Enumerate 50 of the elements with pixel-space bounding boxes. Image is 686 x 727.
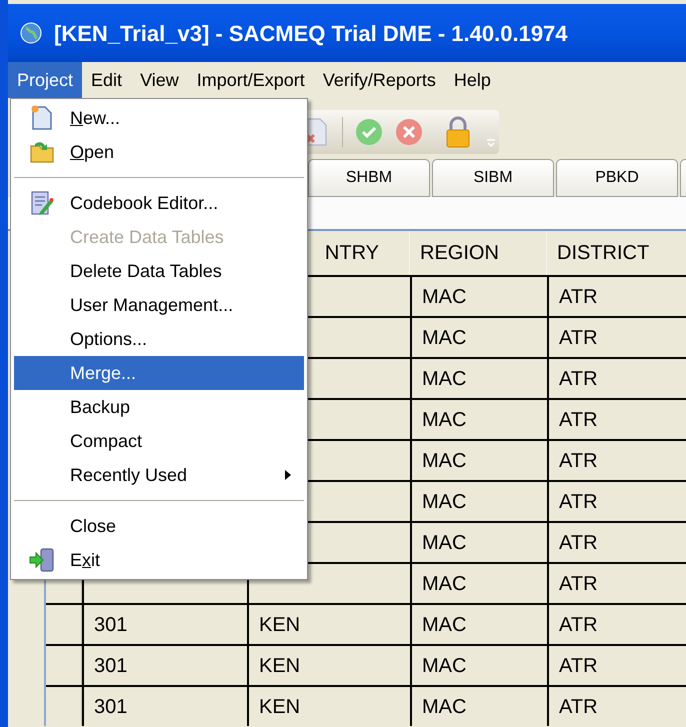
table-cell-text: 301 xyxy=(94,612,128,638)
table-cell-text: MAC xyxy=(422,284,466,310)
column-header[interactable]: NTRY xyxy=(324,238,379,268)
table-cell-text: ATR xyxy=(559,408,598,432)
table-cell-text: MAC xyxy=(422,490,466,514)
table-cell-text: ATR xyxy=(559,530,598,556)
table-cell-text: ATR xyxy=(559,490,598,514)
menu-item[interactable]: Merge... xyxy=(14,356,304,390)
column-header[interactable]: REGION xyxy=(420,238,499,268)
menu-bar-item[interactable]: Project xyxy=(8,62,82,98)
table-cell-text: KEN xyxy=(259,694,300,720)
table-cell-text: ATR xyxy=(559,572,598,596)
document-icon xyxy=(30,105,54,131)
table-cell-text: ATR xyxy=(559,694,598,720)
menu-bar-item[interactable]: Help xyxy=(444,62,500,98)
folder-icon xyxy=(29,140,55,164)
table-cell-text: MAC xyxy=(422,654,466,678)
table-cell-text: MAC xyxy=(422,408,466,432)
tab[interactable]: SIBM xyxy=(432,159,554,197)
table-cell-text: ATR xyxy=(559,326,598,350)
tab[interactable]: PBKD xyxy=(556,159,678,197)
submenu-arrow-icon xyxy=(284,469,292,481)
table-cell-text: KEN xyxy=(259,612,300,638)
edit-document-icon xyxy=(30,190,54,216)
check-icon[interactable] xyxy=(355,118,383,146)
menu-bar-item[interactable]: Import/Export xyxy=(188,62,314,98)
table-cell-text: ATR xyxy=(559,654,598,678)
cancel-icon[interactable] xyxy=(395,118,423,146)
table-cell-text: ATR xyxy=(559,366,598,392)
globe-icon xyxy=(20,22,42,44)
window-title: [KEN_Trial_v3] - SACMEQ Trial DME - 1.40.0.1974 xyxy=(54,20,568,48)
table-cell-text: MAC xyxy=(422,448,466,474)
tab[interactable]: SHBM xyxy=(308,159,430,197)
table-cell-text: ATR xyxy=(559,284,598,310)
table-cell-text: MAC xyxy=(422,366,466,392)
table-cell-text: MAC xyxy=(422,530,466,556)
menu-bar-item[interactable]: View xyxy=(131,62,188,98)
table-cell-text: KEN xyxy=(259,654,300,678)
table-cell-text: MAC xyxy=(422,326,466,350)
table-cell-text: 301 xyxy=(94,654,128,678)
table-cell-text: MAC xyxy=(422,572,466,596)
table-cell-text: MAC xyxy=(422,694,466,720)
table-cell-text: MAC xyxy=(422,612,466,638)
exit-door-icon xyxy=(28,547,56,573)
column-header[interactable]: DISTRICT xyxy=(557,238,650,268)
table-cell-text: ATR xyxy=(559,612,598,638)
table-cell-text: ATR xyxy=(559,448,598,474)
menu-bar-item[interactable]: Verify/Reports xyxy=(314,62,445,98)
menu-bar-item[interactable]: Edit xyxy=(82,62,132,98)
table-cell-text: 301 xyxy=(94,694,128,720)
